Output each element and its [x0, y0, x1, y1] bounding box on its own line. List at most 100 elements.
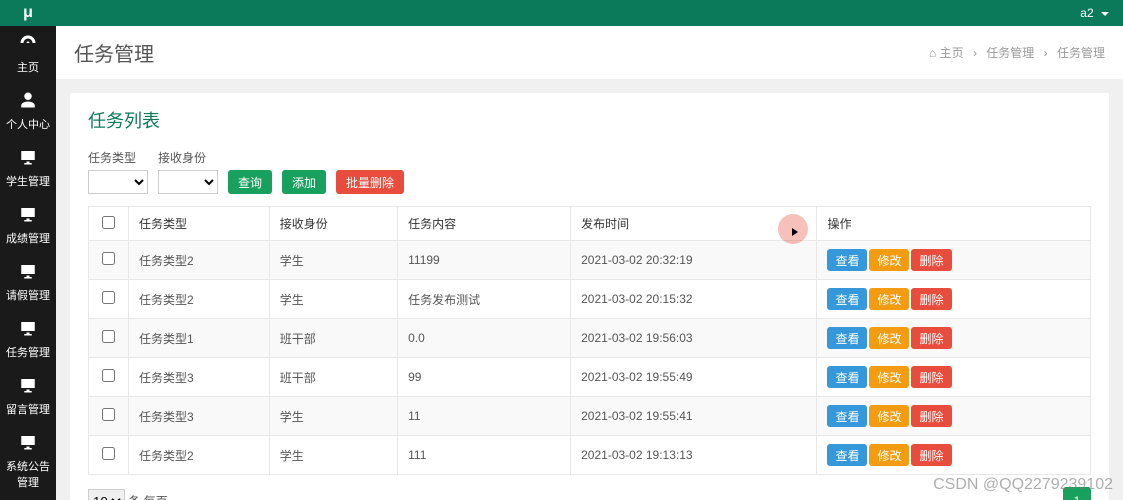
edit-button[interactable]: 修改 — [869, 249, 909, 271]
view-button[interactable]: 查看 — [827, 405, 867, 427]
monitor-icon — [19, 376, 37, 401]
delete-button[interactable]: 删除 — [911, 366, 951, 388]
cell-content: 111 — [398, 436, 571, 475]
user-label: a2 — [1080, 6, 1093, 20]
cell-time: 2021-03-02 19:55:49 — [571, 358, 817, 397]
cell-action: 查看修改删除 — [817, 319, 1091, 358]
cell-type: 任务类型3 — [129, 358, 270, 397]
row-checkbox[interactable] — [102, 369, 115, 382]
col-type: 任务类型 — [129, 207, 270, 241]
page-1[interactable]: 1 — [1063, 487, 1091, 500]
cell-role: 班干部 — [269, 319, 397, 358]
search-button[interactable]: 查询 — [228, 170, 272, 194]
filter-type-select[interactable] — [88, 170, 148, 194]
cell-action: 查看修改删除 — [817, 436, 1091, 475]
cell-role: 学生 — [269, 241, 397, 280]
nav-label: 学生管理 — [6, 173, 50, 189]
monitor-icon — [19, 433, 37, 458]
nav-item-7[interactable]: 系统公告管理 — [0, 425, 56, 498]
page-title: 任务管理 — [74, 38, 154, 67]
edit-button[interactable]: 修改 — [869, 444, 909, 466]
breadcrumb-home[interactable]: 主页 — [940, 46, 964, 60]
nav-item-4[interactable]: 请假管理 — [0, 254, 56, 311]
per-page-select[interactable]: 10 — [88, 489, 125, 500]
cell-type: 任务类型1 — [129, 319, 270, 358]
table-row: 任务类型3学生112021-03-02 19:55:41查看修改删除 — [89, 397, 1091, 436]
panel-title: 任务列表 — [88, 107, 1091, 133]
cell-time: 2021-03-02 19:13:13 — [571, 436, 817, 475]
monitor-icon — [19, 319, 37, 344]
row-checkbox[interactable] — [102, 252, 115, 265]
col-time: 发布时间 — [571, 207, 817, 241]
pagination: 1 — [1063, 487, 1091, 500]
nav-label: 留言管理 — [6, 401, 50, 417]
user-icon — [19, 91, 37, 116]
table-row: 任务类型2学生111992021-03-02 20:32:19查看修改删除 — [89, 241, 1091, 280]
row-checkbox[interactable] — [102, 408, 115, 421]
cell-content: 0.0 — [398, 319, 571, 358]
cell-content: 11 — [398, 397, 571, 436]
row-checkbox[interactable] — [102, 330, 115, 343]
view-button[interactable]: 查看 — [827, 327, 867, 349]
filter-row: 任务类型 接收身份 查询 添加 批量删除 — [88, 149, 1091, 194]
breadcrumb: ⌂ 主页 › 任务管理 › 任务管理 — [929, 44, 1105, 61]
table-row: 任务类型3班干部992021-03-02 19:55:49查看修改删除 — [89, 358, 1091, 397]
sidebar: μ 主页个人中心学生管理成绩管理请假管理任务管理留言管理系统公告管理 — [0, 0, 56, 500]
home-icon: ⌂ — [929, 46, 936, 60]
topbar: a2 — [56, 0, 1123, 26]
nav-item-0[interactable]: 主页 — [0, 26, 56, 83]
nav-item-5[interactable]: 任务管理 — [0, 311, 56, 368]
cell-role: 学生 — [269, 280, 397, 319]
cell-type: 任务类型3 — [129, 397, 270, 436]
add-button[interactable]: 添加 — [282, 170, 326, 194]
cell-time: 2021-03-02 19:55:41 — [571, 397, 817, 436]
breadcrumb-last: 任务管理 — [1057, 46, 1105, 60]
edit-button[interactable]: 修改 — [869, 405, 909, 427]
logo: μ — [0, 0, 56, 26]
panel: 任务列表 任务类型 接收身份 查询 添加 批量删除 — [70, 93, 1109, 500]
monitor-icon — [19, 205, 37, 230]
delete-button[interactable]: 删除 — [911, 444, 951, 466]
nav-item-6[interactable]: 留言管理 — [0, 368, 56, 425]
filter-type-label: 任务类型 — [88, 149, 148, 166]
cell-type: 任务类型2 — [129, 241, 270, 280]
per-page-suffix: 条 每页 — [128, 495, 167, 500]
cell-role: 学生 — [269, 397, 397, 436]
edit-button[interactable]: 修改 — [869, 288, 909, 310]
nav-label: 主页 — [17, 59, 39, 75]
nav-label: 成绩管理 — [6, 230, 50, 246]
table-row: 任务类型2学生1112021-03-02 19:13:13查看修改删除 — [89, 436, 1091, 475]
cell-action: 查看修改删除 — [817, 397, 1091, 436]
breadcrumb-mid[interactable]: 任务管理 — [986, 46, 1034, 60]
delete-button[interactable]: 删除 — [911, 249, 951, 271]
col-action: 操作 — [817, 207, 1091, 241]
content-header: 任务管理 ⌂ 主页 › 任务管理 › 任务管理 — [56, 26, 1123, 79]
nav-item-2[interactable]: 学生管理 — [0, 140, 56, 197]
edit-button[interactable]: 修改 — [869, 366, 909, 388]
user-menu[interactable]: a2 — [1080, 6, 1109, 20]
delete-button[interactable]: 删除 — [911, 288, 951, 310]
nav-label: 个人中心 — [6, 116, 50, 132]
chevron-down-icon — [1101, 12, 1109, 16]
table-row: 任务类型2学生任务发布测试2021-03-02 20:15:32查看修改删除 — [89, 280, 1091, 319]
cell-time: 2021-03-02 20:15:32 — [571, 280, 817, 319]
nav-item-3[interactable]: 成绩管理 — [0, 197, 56, 254]
filter-role-select[interactable] — [158, 170, 218, 194]
row-checkbox[interactable] — [102, 447, 115, 460]
nav-label: 请假管理 — [6, 287, 50, 303]
delete-button[interactable]: 删除 — [911, 327, 951, 349]
select-all-checkbox[interactable] — [102, 216, 115, 229]
batch-delete-button[interactable]: 批量删除 — [336, 170, 404, 194]
view-button[interactable]: 查看 — [827, 366, 867, 388]
nav-item-1[interactable]: 个人中心 — [0, 83, 56, 140]
view-button[interactable]: 查看 — [827, 444, 867, 466]
col-role: 接收身份 — [269, 207, 397, 241]
table-row: 任务类型1班干部0.02021-03-02 19:56:03查看修改删除 — [89, 319, 1091, 358]
delete-button[interactable]: 删除 — [911, 405, 951, 427]
monitor-icon — [19, 148, 37, 173]
row-checkbox[interactable] — [102, 291, 115, 304]
edit-button[interactable]: 修改 — [869, 327, 909, 349]
view-button[interactable]: 查看 — [827, 288, 867, 310]
cell-time: 2021-03-02 20:32:19 — [571, 241, 817, 280]
view-button[interactable]: 查看 — [827, 249, 867, 271]
